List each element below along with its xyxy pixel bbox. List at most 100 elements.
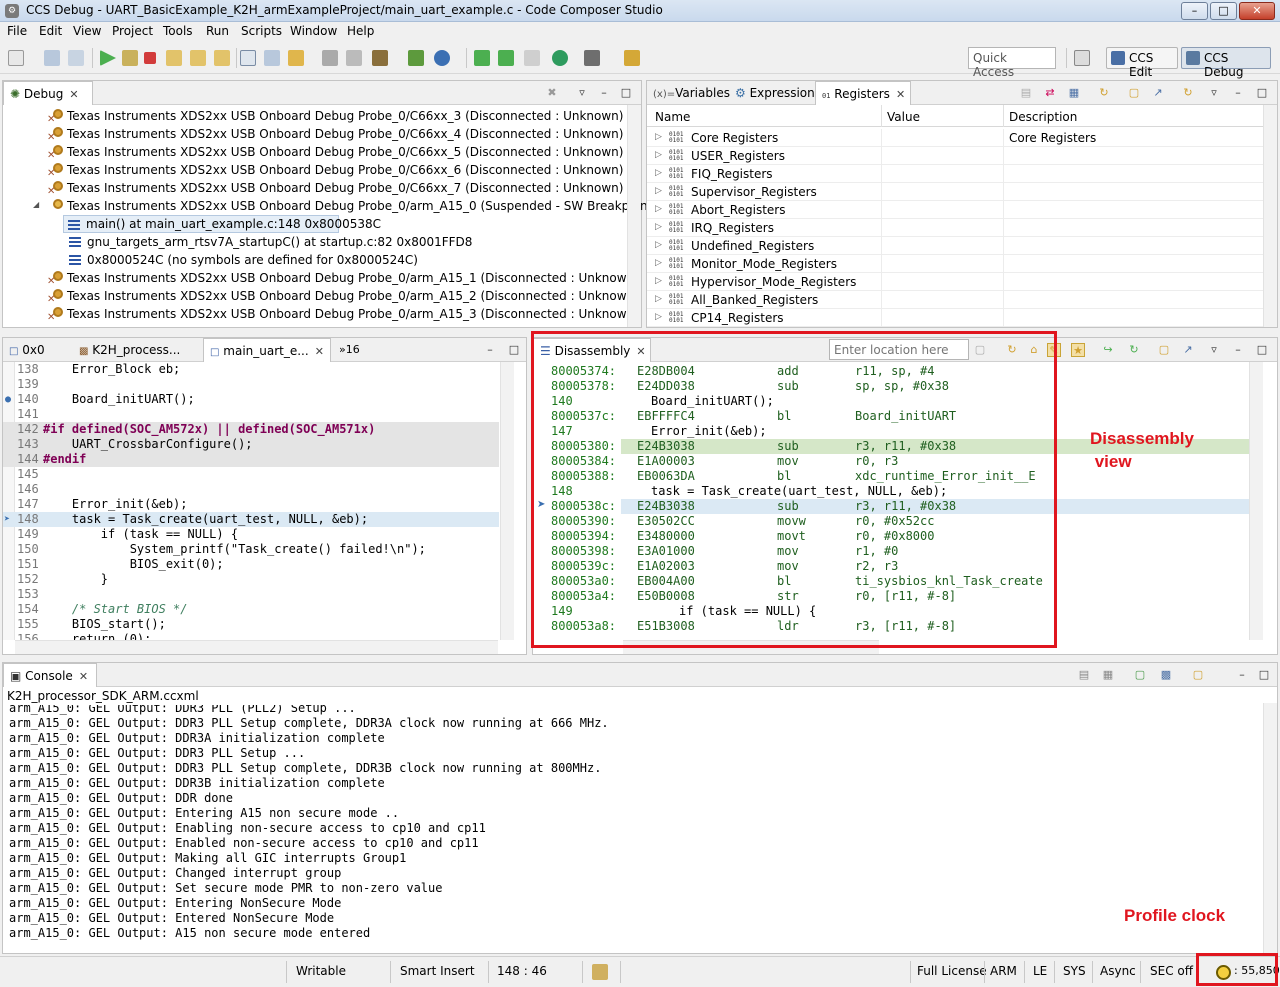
scroll-lock-icon[interactable]: ▦: [1101, 668, 1115, 682]
register-group-row[interactable]: ▷ 0101 0101 Supervisor_Registers: [647, 183, 1263, 201]
code-line[interactable]: 141: [3, 407, 499, 422]
debug-tree-item[interactable]: main() at main_uart_example.c:148 0x8000…: [63, 215, 381, 233]
register-group-row[interactable]: ▷ 0101 0101 All_Banked_Registers: [647, 291, 1263, 309]
refresh-icon[interactable]: [498, 50, 514, 66]
step-into-icon[interactable]: [166, 50, 182, 66]
save-icon[interactable]: [44, 50, 60, 66]
code-line[interactable]: 151 BIOS_exit(0);: [3, 557, 499, 572]
expand-arrow-icon[interactable]: ▷: [655, 240, 662, 250]
expand-arrow-icon[interactable]: ▷: [655, 150, 662, 160]
open-console-icon[interactable]: ▢: [1191, 668, 1205, 682]
tab-debug[interactable]: ✺ Debug ✕: [3, 81, 93, 105]
show-symbols-icon[interactable]: ★: [1071, 343, 1085, 357]
format-icon[interactable]: ⇄: [1043, 86, 1057, 100]
view-menu-icon[interactable]: ▿: [1207, 86, 1221, 100]
step-over-asm-icon[interactable]: [474, 50, 490, 66]
menu-view[interactable]: View: [73, 24, 101, 38]
code-line[interactable]: 152 }: [3, 572, 499, 587]
expand-arrow-icon[interactable]: ▷: [655, 276, 662, 286]
menu-tools[interactable]: Tools: [163, 24, 193, 38]
status-action-icon[interactable]: [592, 964, 608, 980]
tab-variables[interactable]: (x)=Variables: [647, 81, 730, 105]
update-icon[interactable]: ↻: [1097, 86, 1111, 100]
code-line[interactable]: 146: [3, 482, 499, 497]
load-program-icon[interactable]: [372, 50, 388, 66]
open-perspective-icon[interactable]: [1074, 50, 1090, 66]
code-line[interactable]: 154 /* Start BIOS */: [3, 602, 499, 617]
quick-access-input[interactable]: Quick Access: [968, 47, 1056, 79]
perspective-ccs-debug[interactable]: CCS Debug: [1181, 47, 1271, 79]
collapse-icon[interactable]: ▤: [1019, 86, 1033, 100]
pin-console-icon[interactable]: ▢: [1133, 668, 1147, 682]
close-icon[interactable]: ✕: [79, 670, 88, 683]
code-line[interactable]: 155 BIOS_start();: [3, 617, 499, 632]
expand-arrow-icon[interactable]: ▷: [655, 222, 662, 232]
code-line[interactable]: 142 #if defined(SOC_AM572x) || defined(SO…: [3, 422, 499, 437]
close-icon[interactable]: ✕: [896, 88, 905, 101]
tab-console[interactable]: ▣ Console ✕: [3, 663, 97, 687]
tab-main-uart-example[interactable]: □ main_uart_e... ✕: [203, 338, 331, 362]
close-icon[interactable]: ✕: [315, 345, 324, 358]
step-into-asm-icon[interactable]: ↪: [1101, 343, 1115, 357]
code-line[interactable]: 144 #endif: [3, 452, 499, 467]
code-line[interactable]: 139: [3, 377, 499, 392]
more-tabs[interactable]: »16: [333, 338, 367, 362]
minimize-view-icon[interactable]: –: [1231, 86, 1245, 100]
view-menu-icon[interactable]: ▿: [1207, 343, 1221, 357]
perspective-ccs-edit[interactable]: CCS Edit: [1106, 47, 1178, 79]
display-console-icon[interactable]: ▩: [1159, 668, 1173, 682]
disassembly-vscroll[interactable]: [1249, 362, 1263, 640]
menu-scripts[interactable]: Scripts: [241, 24, 282, 38]
register-group-row[interactable]: ▷ 0101 0101 Monitor_Mode_Registers: [647, 255, 1263, 273]
breakpoint-icon[interactable]: ●: [5, 392, 11, 407]
expand-arrow-icon[interactable]: ▷: [655, 204, 662, 214]
restart-icon[interactable]: [288, 50, 304, 66]
clear-console-icon[interactable]: ▤: [1077, 668, 1091, 682]
console-scrollbar[interactable]: [1263, 703, 1277, 953]
tab-k2h-processor[interactable]: ▩ K2H_process...: [73, 338, 199, 362]
code-line[interactable]: 156 return (0);: [3, 632, 499, 640]
disconnect-icon[interactable]: [346, 50, 362, 66]
code-line[interactable]: 145: [3, 467, 499, 482]
code-line[interactable]: 143 UART_CrossbarConfigure();: [3, 437, 499, 452]
menu-project[interactable]: Project: [112, 24, 153, 38]
expand-arrow-icon[interactable]: ▷: [655, 132, 662, 142]
menu-edit[interactable]: Edit: [39, 24, 62, 38]
refresh-registers-icon[interactable]: ↻: [1181, 86, 1195, 100]
new-icon[interactable]: [8, 50, 24, 66]
code-line[interactable]: 147 Error_init(&eb);: [3, 497, 499, 512]
pin-view-icon[interactable]: ↗: [1151, 86, 1165, 100]
expand-arrow-icon[interactable]: ▷: [655, 312, 662, 322]
step-return-icon[interactable]: [214, 50, 230, 66]
registers-scrollbar[interactable]: [1263, 105, 1277, 327]
minimize-button[interactable]: –: [1181, 2, 1208, 20]
search-icon[interactable]: [552, 50, 568, 66]
minimize-view-icon[interactable]: –: [597, 86, 611, 100]
view-menu-icon[interactable]: ▿: [575, 86, 589, 100]
code-line[interactable]: 148 task = Task_create(uart_test, NULL, …: [3, 512, 499, 527]
layout-icon[interactable]: ▦: [1067, 86, 1081, 100]
column-value[interactable]: Value: [887, 110, 920, 124]
maximize-view-icon[interactable]: □: [1257, 668, 1271, 682]
new-window-icon[interactable]: ▢: [1127, 86, 1141, 100]
run-icon[interactable]: [434, 50, 450, 66]
expand-arrow-icon[interactable]: ▷: [655, 186, 662, 196]
settings-icon[interactable]: [584, 50, 600, 66]
debug-icon[interactable]: [408, 50, 424, 66]
maximize-view-icon[interactable]: □: [1255, 86, 1269, 100]
close-icon[interactable]: ✕: [69, 88, 78, 101]
register-group-row[interactable]: ▷ 0101 0101 Undefined_Registers: [647, 237, 1263, 255]
expand-arrow-icon[interactable]: ▷: [655, 294, 662, 304]
register-group-row[interactable]: ▷ 0101 0101 Core Registers Core Registers: [647, 129, 1263, 147]
assembly-step-icon[interactable]: [240, 50, 256, 66]
maximize-button[interactable]: □: [1210, 2, 1237, 20]
minimize-view-icon[interactable]: –: [1231, 343, 1245, 357]
code-line[interactable]: 150 System_printf("Task_create() failed!…: [3, 542, 499, 557]
menu-help[interactable]: Help: [347, 24, 374, 38]
code-line[interactable]: 138 Error_Block eb;: [3, 362, 499, 377]
connect-icon[interactable]: [322, 50, 338, 66]
menu-file[interactable]: File: [7, 24, 27, 38]
expand-arrow-icon[interactable]: ▷: [655, 258, 662, 268]
tab-expressions[interactable]: ⚙ Expressions: [729, 81, 821, 105]
remove-all-icon[interactable]: ✖: [545, 86, 559, 100]
